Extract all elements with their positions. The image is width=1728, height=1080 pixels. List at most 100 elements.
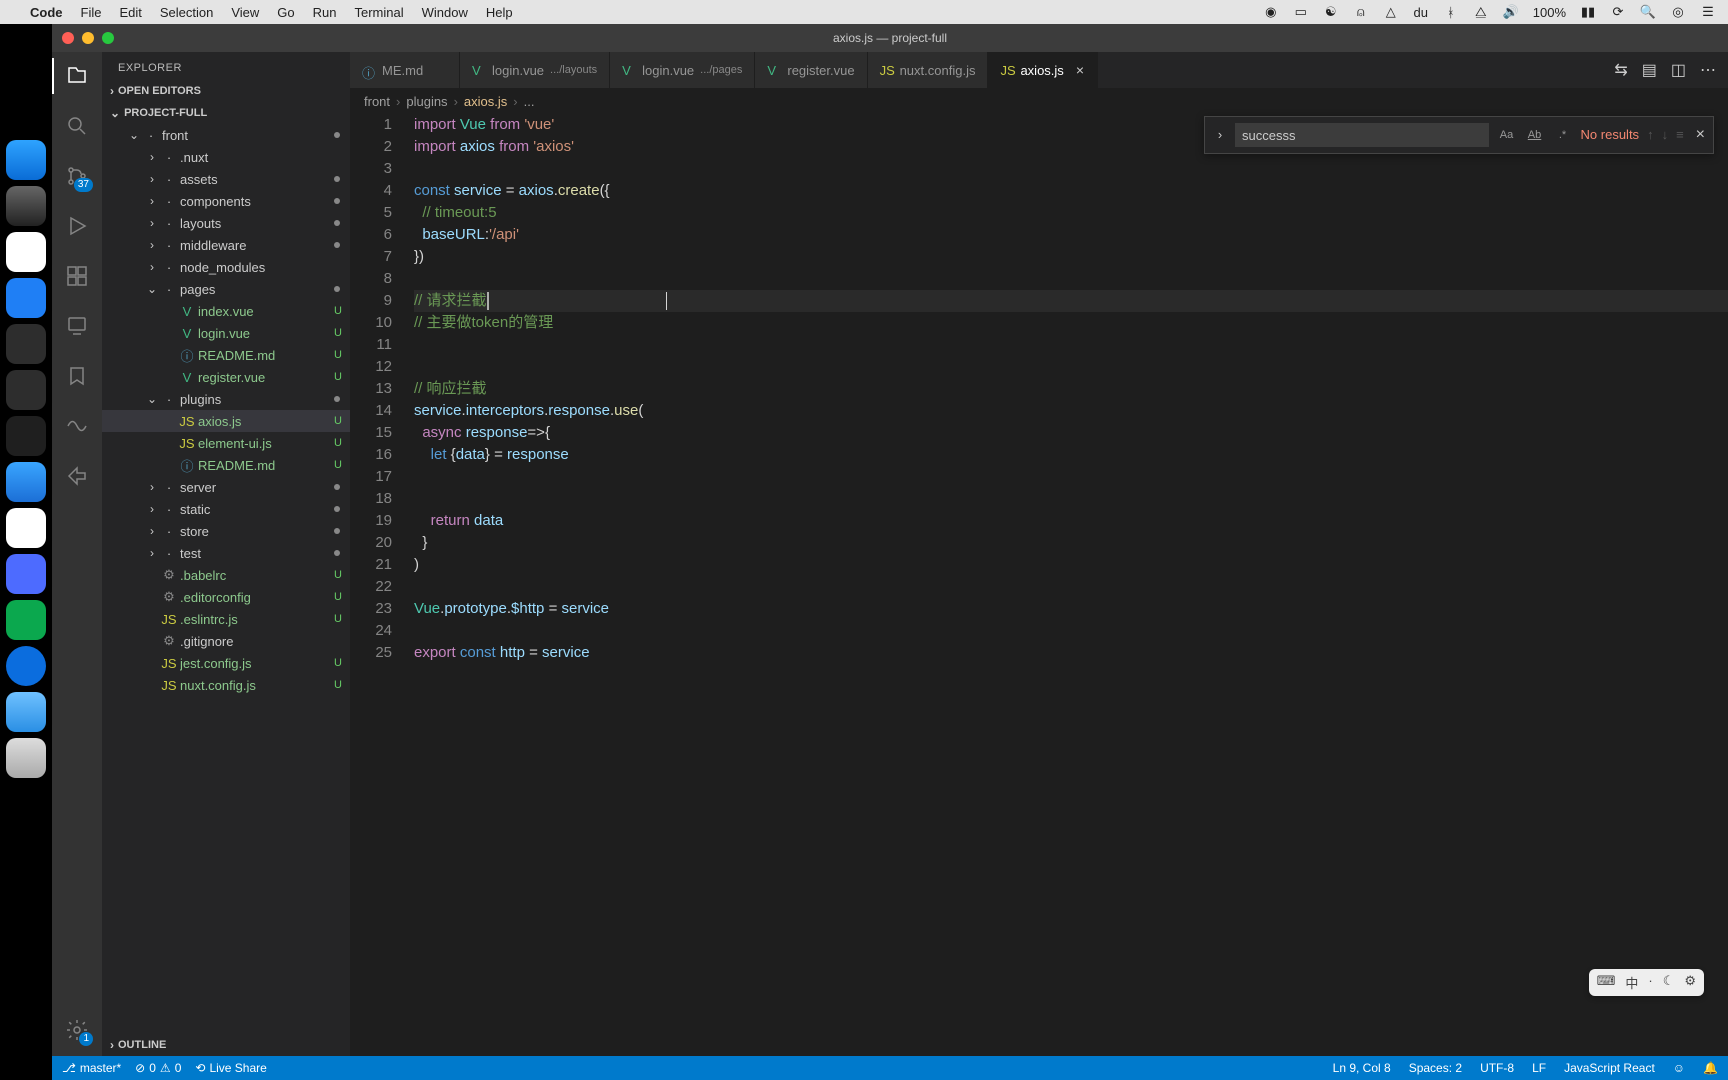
compare-icon[interactable]: ⇆ <box>1614 60 1627 80</box>
tree-folder[interactable]: ›·test <box>102 542 350 564</box>
breadcrumb[interactable]: front› plugins› axios.js› ... <box>350 88 1728 114</box>
code-line[interactable]: service.interceptors.response.use( <box>414 400 1728 422</box>
tree-folder[interactable]: ›·server <box>102 476 350 498</box>
chevron-right-icon[interactable]: › <box>144 150 160 164</box>
find-next-icon[interactable]: ↓ <box>1662 124 1669 146</box>
tree-file[interactable]: ⚙.babelrcU <box>102 564 350 586</box>
editor-tab[interactable]: Vregister.vue <box>755 52 867 88</box>
code-line[interactable] <box>414 620 1728 642</box>
dock-vscode-icon[interactable] <box>6 416 46 456</box>
code-line[interactable] <box>414 576 1728 598</box>
code-line[interactable]: async response=>{ <box>414 422 1728 444</box>
git-branch[interactable]: ⎇ master* <box>62 1061 121 1075</box>
dock-folder-icon[interactable] <box>6 692 46 732</box>
breadcrumb-item[interactable]: plugins <box>406 94 447 109</box>
dock-app-icon[interactable] <box>6 508 46 548</box>
dock-app-icon[interactable] <box>6 324 46 364</box>
chevron-right-icon[interactable]: › <box>144 260 160 274</box>
menu-run[interactable]: Run <box>313 5 337 20</box>
code-line[interactable]: return data <box>414 510 1728 532</box>
status-icon[interactable]: ▭ <box>1293 4 1309 20</box>
chevron-right-icon[interactable]: › <box>144 194 160 208</box>
editor-tab[interactable]: ⓘME.md <box>350 52 460 88</box>
menu-edit[interactable]: Edit <box>119 5 141 20</box>
tree-file[interactable]: JSaxios.jsU <box>102 410 350 432</box>
dock-app-icon[interactable] <box>6 646 46 686</box>
run-debug-icon[interactable] <box>63 212 91 240</box>
settings-gear-icon[interactable]: 1 <box>63 1016 91 1044</box>
menu-go[interactable]: Go <box>277 5 294 20</box>
menu-file[interactable]: File <box>81 5 102 20</box>
breadcrumb-item[interactable]: front <box>364 94 390 109</box>
status-icon[interactable]: ☯ <box>1323 4 1339 20</box>
close-window-icon[interactable] <box>62 32 74 44</box>
dock-trash-icon[interactable] <box>6 738 46 778</box>
ime-toolbar[interactable]: ⌨ 中 · ☾ ⚙ <box>1589 969 1704 996</box>
chevron-down-icon[interactable]: ⌄ <box>144 282 160 296</box>
menu-help[interactable]: Help <box>486 5 513 20</box>
code-line[interactable] <box>414 356 1728 378</box>
menu-view[interactable]: View <box>231 5 259 20</box>
match-case-icon[interactable]: Aa <box>1497 125 1517 145</box>
tree-file[interactable]: Vindex.vueU <box>102 300 350 322</box>
chevron-right-icon[interactable]: › <box>144 546 160 560</box>
breadcrumb-item[interactable]: axios.js <box>464 94 507 109</box>
chevron-right-icon[interactable]: › <box>144 524 160 538</box>
code-line[interactable]: // timeout:5 <box>414 202 1728 224</box>
battery-pct[interactable]: 100% <box>1533 5 1566 20</box>
tree-folder[interactable]: ›·node_modules <box>102 256 350 278</box>
indent-info[interactable]: Spaces: 2 <box>1409 1061 1462 1075</box>
dock-wps-icon[interactable] <box>6 554 46 594</box>
encoding[interactable]: UTF-8 <box>1480 1061 1514 1075</box>
tree-folder[interactable]: ›·middleware <box>102 234 350 256</box>
regex-icon[interactable]: .* <box>1553 125 1573 145</box>
find-close-icon[interactable]: × <box>1696 124 1705 146</box>
bell-icon[interactable]: 🔔 <box>1703 1061 1718 1075</box>
tree-file[interactable]: ⚙.editorconfigU <box>102 586 350 608</box>
ime-dot-icon[interactable]: · <box>1648 973 1652 992</box>
status-icon[interactable]: ◉ <box>1263 4 1279 20</box>
editor-tab[interactable]: Vlogin.vue.../layouts <box>460 52 610 88</box>
code-line[interactable] <box>414 488 1728 510</box>
tree-folder[interactable]: ›·store <box>102 520 350 542</box>
status-icon[interactable]: △ <box>1383 4 1399 20</box>
spotlight-icon[interactable]: 🔍 <box>1640 4 1656 20</box>
live-share[interactable]: ⟲ Live Share <box>195 1061 266 1075</box>
code-line[interactable]: const service = axios.create({ <box>414 180 1728 202</box>
code-line[interactable]: ) <box>414 554 1728 576</box>
tree-folder[interactable]: ›·.nuxt <box>102 146 350 168</box>
dock-finder-icon[interactable] <box>6 140 46 180</box>
code-content[interactable]: import Vue from 'vue'import axios from '… <box>414 114 1728 664</box>
wifi-icon[interactable]: ⧋ <box>1473 4 1489 20</box>
tree-folder[interactable]: ⌄·front <box>102 124 350 146</box>
code-line[interactable]: export const http = service <box>414 642 1728 664</box>
chevron-down-icon[interactable]: ⌄ <box>144 392 160 406</box>
more-icon[interactable]: ⋯ <box>1700 60 1716 80</box>
preview-icon[interactable]: ▤ <box>1642 60 1657 80</box>
volume-icon[interactable]: 🔊 <box>1503 4 1519 20</box>
errors-count[interactable]: ⊘ 0 ⚠ 0 <box>135 1061 181 1075</box>
feedback-icon[interactable]: ☺ <box>1673 1061 1685 1075</box>
section-project[interactable]: ⌄ PROJECT-FULL <box>102 102 350 124</box>
remote-icon[interactable] <box>63 312 91 340</box>
tree-folder[interactable]: ⌄·plugins <box>102 388 350 410</box>
code-line[interactable] <box>414 334 1728 356</box>
chevron-right-icon[interactable]: › <box>144 216 160 230</box>
chevron-down-icon[interactable]: ⌄ <box>126 128 142 142</box>
find-expand-icon[interactable]: › <box>1213 124 1227 146</box>
editor-tab[interactable]: JSnuxt.config.js <box>868 52 989 88</box>
search-icon[interactable] <box>63 112 91 140</box>
bookmark-icon[interactable] <box>63 362 91 390</box>
code-line[interactable]: }) <box>414 246 1728 268</box>
app-name[interactable]: Code <box>30 5 63 20</box>
code-line[interactable]: // 响应拦截 <box>414 378 1728 400</box>
language-mode[interactable]: JavaScript React <box>1564 1061 1655 1075</box>
tree-file[interactable]: JSelement-ui.jsU <box>102 432 350 454</box>
tree-file[interactable]: JS.eslintrc.jsU <box>102 608 350 630</box>
tree-folder[interactable]: ›·static <box>102 498 350 520</box>
chevron-right-icon[interactable]: › <box>144 502 160 516</box>
code-editor[interactable]: › Aa Ab .* No results ↑ ↓ ≡ × 1234567891… <box>350 114 1728 1056</box>
code-line[interactable]: // 请求拦截 <box>414 290 1728 312</box>
editor-tab[interactable]: Vlogin.vue.../pages <box>610 52 755 88</box>
code-line[interactable] <box>414 158 1728 180</box>
